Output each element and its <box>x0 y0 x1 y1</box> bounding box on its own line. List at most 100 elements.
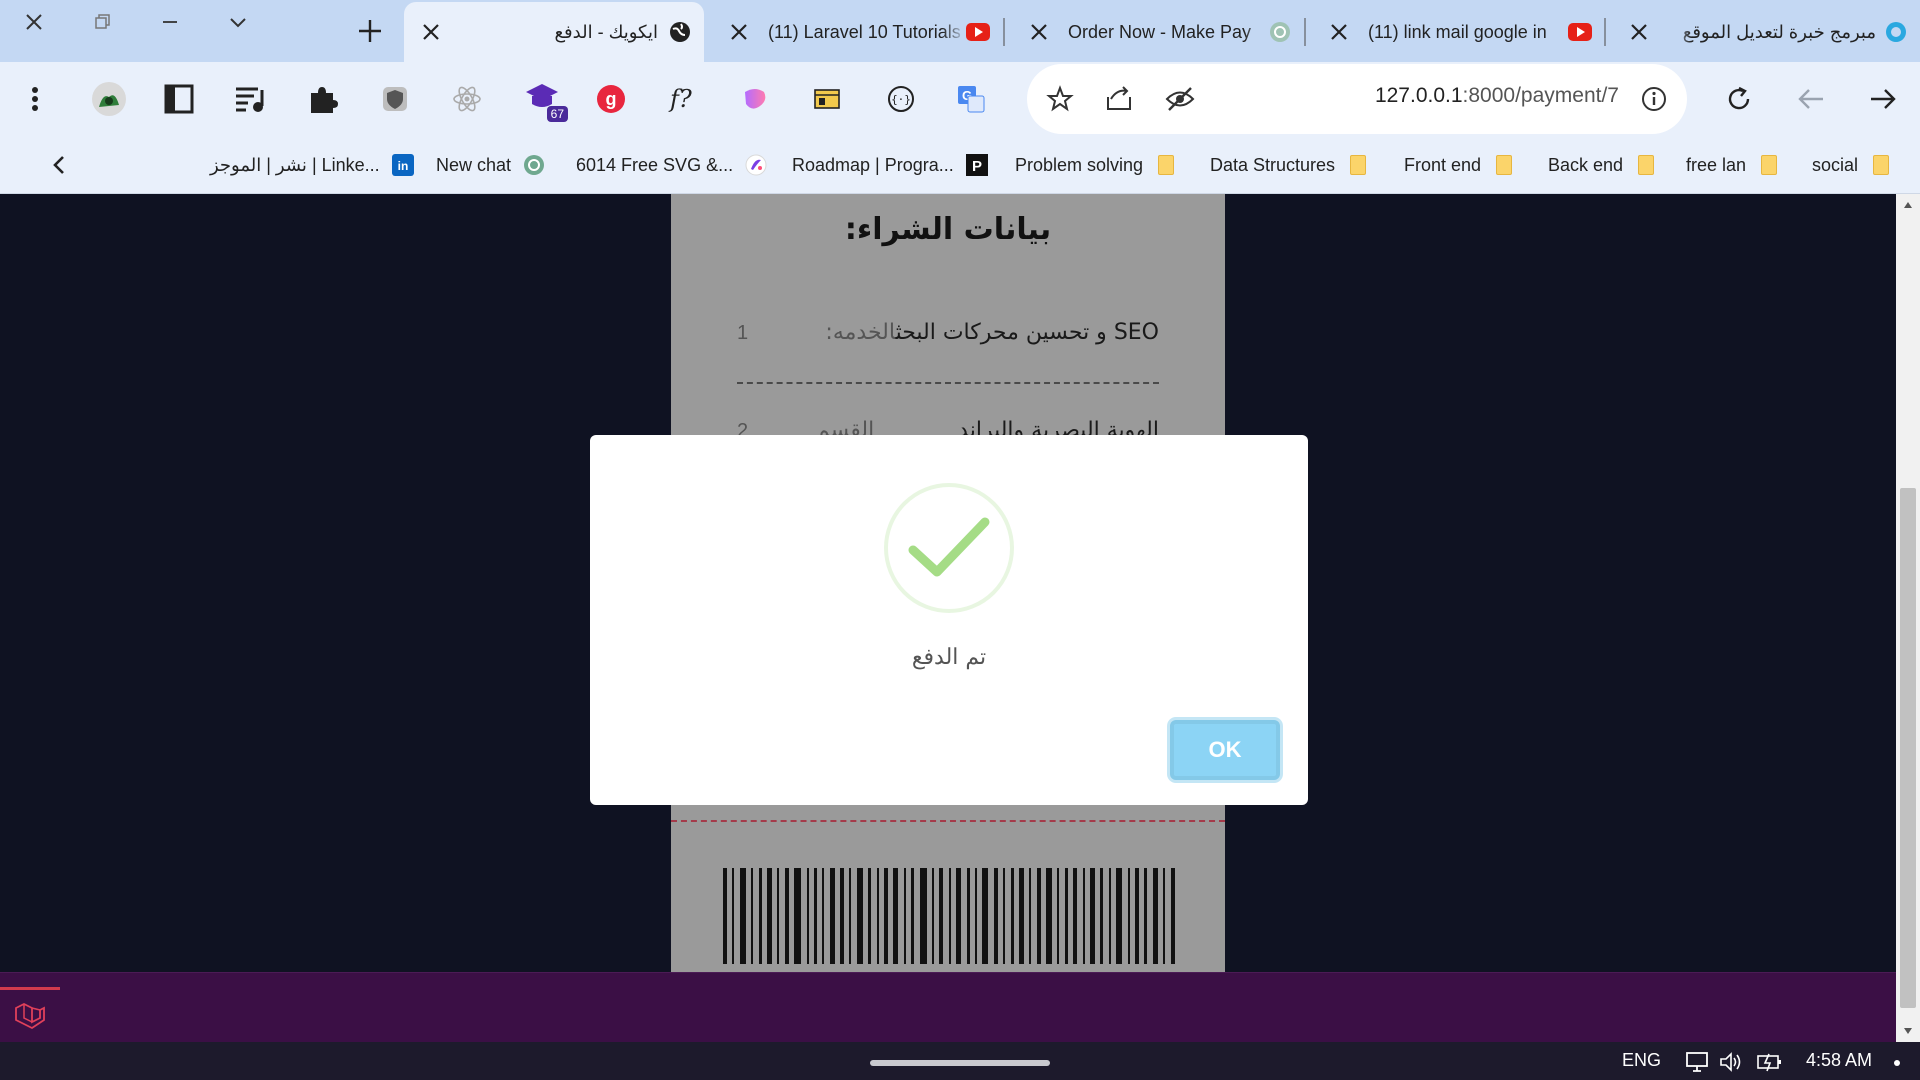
minimize-window-button[interactable] <box>136 0 204 44</box>
share-button[interactable] <box>1095 74 1145 124</box>
restore-window-button[interactable] <box>68 0 136 44</box>
address-bar[interactable]: 127.0.0.1:8000/payment/7 <box>1027 64 1687 134</box>
extension-json-button[interactable]: {·} <box>876 74 926 124</box>
tab-close-button[interactable] <box>1624 17 1654 47</box>
receipt-tear-line <box>671 820 1225 822</box>
bookmark-roadmap[interactable]: Roadmap | Progra... P <box>792 150 988 180</box>
barcode-bar <box>966 868 970 964</box>
tab-close-button[interactable] <box>416 17 446 47</box>
barcode-bar <box>956 868 962 964</box>
barcode-bar <box>840 868 845 964</box>
network-icon[interactable] <box>1684 1050 1710 1074</box>
bookmark-new-chat[interactable]: New chat <box>436 150 545 180</box>
barcode-bar <box>893 868 899 964</box>
taskbar-handle[interactable] <box>870 1060 1050 1066</box>
react-devtools-button[interactable] <box>442 74 492 124</box>
bookmark-label: Front end <box>1404 154 1482 175</box>
extensions-button[interactable] <box>298 74 348 124</box>
back-button[interactable] <box>1786 74 1836 124</box>
bookmark-free-svg[interactable]: 6014 Free SVG &... <box>576 150 767 180</box>
extension-shield-button[interactable] <box>370 74 420 124</box>
page-scrollbar[interactable] <box>1896 194 1920 1042</box>
extension-grammarly-button[interactable]: g <box>586 74 636 124</box>
tab-close-button[interactable] <box>1324 17 1354 47</box>
receipt-row: SEO و تحسين محركات البحثالخدمه: <box>737 320 1159 345</box>
playlist-icon <box>236 87 264 112</box>
forward-button[interactable] <box>1858 74 1908 124</box>
tab-order-now[interactable]: Order Now - Make Pay <box>1012 2 1304 62</box>
url-text[interactable]: 127.0.0.1:8000/payment/7 <box>1375 84 1619 108</box>
bookmarks-scroll-button[interactable] <box>38 144 80 186</box>
clock[interactable]: 4:58 AM <box>1806 1050 1872 1071</box>
barcode-bar <box>1057 868 1060 964</box>
close-icon <box>1031 24 1047 40</box>
tab-payment[interactable]: ايكويك - الدفع <box>404 2 704 62</box>
barcode-bar <box>1134 868 1139 964</box>
extension-window-button[interactable] <box>802 74 852 124</box>
bookmark-folder-back-end[interactable]: Back end <box>1548 150 1657 180</box>
extension-academy-button[interactable]: 67 <box>518 74 568 124</box>
ok-button[interactable]: OK <box>1170 720 1280 780</box>
tab-close-button[interactable] <box>1024 17 1054 47</box>
barcode-bar <box>1082 868 1085 964</box>
visibility-button[interactable] <box>1155 74 1205 124</box>
tab-link-mail[interactable]: (11) link mail google in <box>1312 2 1604 62</box>
success-icon <box>884 483 1014 613</box>
youtube-icon <box>966 20 990 44</box>
bookmark-folder-social[interactable]: social <box>1812 150 1892 180</box>
extension-gradient-button[interactable] <box>730 74 780 124</box>
os-taskbar: ENG 4:58 AM <box>0 1042 1920 1080</box>
barcode-bar <box>829 868 835 964</box>
tab-title: ايكويك - الدفع <box>554 21 658 42</box>
barcode-bar <box>1029 868 1032 964</box>
svg-text:{·}: {·} <box>891 93 911 106</box>
tab-title: (11) Laravel 10 Tutorials <box>768 21 961 42</box>
extension-translate-button[interactable]: G <box>946 74 996 124</box>
close-window-button[interactable] <box>0 0 68 44</box>
share-icon <box>1107 86 1131 110</box>
sidebar-button[interactable] <box>154 74 204 124</box>
reload-button[interactable] <box>1714 74 1764 124</box>
laravel-debugbar-toggle[interactable] <box>0 987 60 1042</box>
menu-button[interactable] <box>10 74 60 124</box>
chevron-down-icon <box>230 18 246 28</box>
language-indicator[interactable]: ENG <box>1622 1050 1661 1071</box>
tab-freelance[interactable]: مبرمج خبرة لتعديل الموقع <box>1612 2 1920 62</box>
site-info-button[interactable] <box>1629 74 1679 124</box>
extension-whatfont-button[interactable]: f? <box>660 74 710 124</box>
barcode-bar <box>739 868 746 964</box>
row-key: الخدمه: <box>825 320 896 345</box>
folder-icon <box>1635 154 1657 176</box>
translate-icon: G <box>958 86 985 113</box>
battery-icon[interactable] <box>1756 1050 1782 1074</box>
barcode-bar <box>1046 868 1053 964</box>
bookmark-folder-front-end[interactable]: Front end <box>1404 150 1515 180</box>
gradient-shape-icon <box>745 89 766 109</box>
scrollbar-thumb[interactable] <box>1900 488 1916 1008</box>
scroll-up-button[interactable] <box>1896 194 1920 216</box>
volume-icon[interactable] <box>1718 1050 1744 1074</box>
barcode-bar <box>758 868 762 964</box>
checkmark-icon <box>908 517 990 577</box>
bookmark-folder-free-lan[interactable]: free lan <box>1686 150 1780 180</box>
new-tab-button[interactable] <box>350 6 390 56</box>
barcode-bar <box>1073 868 1078 964</box>
tab-laravel[interactable]: (11) Laravel 10 Tutorials <box>712 2 1002 62</box>
g-circle-icon: g <box>597 85 625 113</box>
scroll-down-button[interactable] <box>1896 1020 1920 1042</box>
row-divider <box>737 382 1159 384</box>
bookmark-star-button[interactable] <box>1035 74 1085 124</box>
bookmark-folder-problem-solving[interactable]: Problem solving <box>1015 150 1177 180</box>
tab-search-button[interactable] <box>204 0 272 44</box>
notification-dot[interactable] <box>1894 1060 1900 1066</box>
bookmark-linkedin[interactable]: نشر | الموجز | Linke... in <box>210 150 414 180</box>
barcode-bar <box>856 868 863 964</box>
bookmark-label: Problem solving <box>1015 154 1144 175</box>
dialog-message: تم الدفع <box>911 645 987 670</box>
shield-icon <box>383 87 407 111</box>
media-queue-button[interactable] <box>226 74 276 124</box>
profile-avatar[interactable] <box>84 74 134 124</box>
bookmark-folder-data-structures[interactable]: Data Structures <box>1210 150 1369 180</box>
close-icon <box>1331 24 1347 40</box>
tab-close-button[interactable] <box>724 17 754 47</box>
